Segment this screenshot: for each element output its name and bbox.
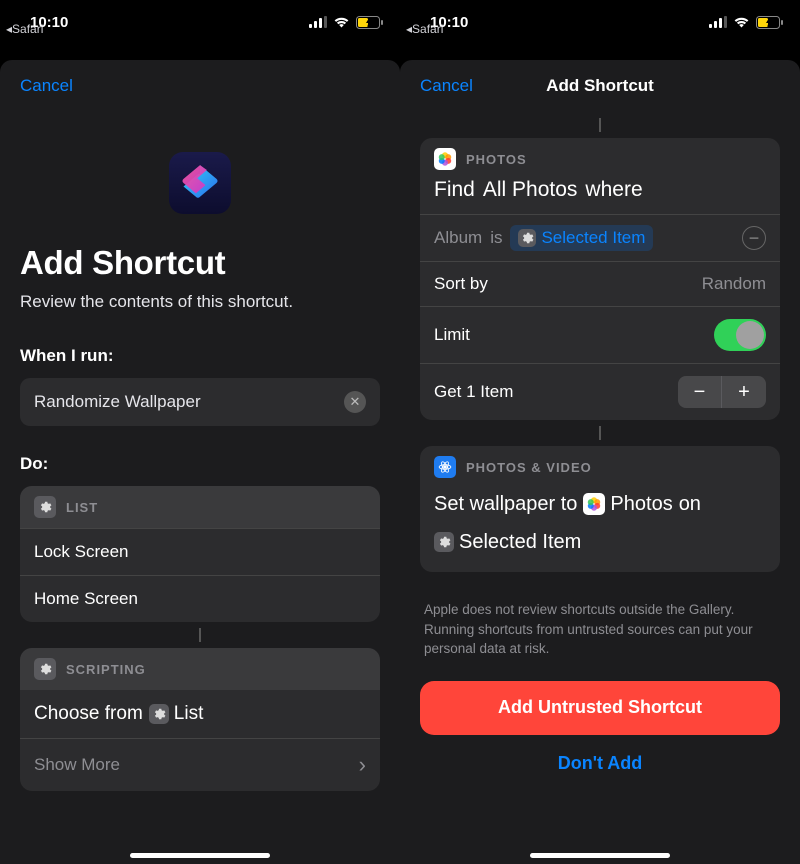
- dont-add-button[interactable]: Don't Add: [420, 753, 780, 774]
- photos-token[interactable]: Photos: [583, 488, 672, 520]
- wifi-icon: [733, 16, 750, 28]
- add-untrusted-button[interactable]: Add Untrusted Shortcut: [420, 681, 780, 735]
- filter-field-label: Album: [434, 228, 482, 248]
- photos-app-icon: [434, 148, 456, 170]
- show-more-row[interactable]: Show More ›: [20, 738, 380, 791]
- scripting-body[interactable]: Choose from List: [20, 690, 380, 738]
- chevron-right-icon: ›: [359, 752, 366, 778]
- untrusted-disclaimer: Apple does not review shortcuts outside …: [424, 600, 776, 659]
- filter-row[interactable]: Album is Selected Item −: [420, 214, 780, 261]
- gear-icon: [149, 704, 169, 724]
- remove-filter-icon[interactable]: −: [742, 226, 766, 250]
- page-title: Add Shortcut: [20, 244, 380, 282]
- limit-row: Limit: [420, 306, 780, 363]
- stepper-plus[interactable]: +: [722, 376, 766, 408]
- status-bar: 10:10: [400, 0, 800, 44]
- scripting-action-card: SCRIPTING Choose from List Show More ›: [20, 648, 380, 791]
- status-bar: 10:10: [0, 0, 400, 44]
- list-card-header: LIST: [20, 486, 380, 528]
- page-subtitle: Review the contents of this shortcut.: [20, 292, 380, 312]
- cancel-button[interactable]: Cancel: [420, 76, 473, 96]
- filter-op-label: is: [490, 228, 502, 248]
- list-header-text: LIST: [66, 500, 98, 515]
- home-indicator[interactable]: [130, 853, 270, 858]
- gear-icon: [34, 658, 56, 680]
- phone-right: 10:10 Safari Cancel Add Shortcut PHOTOS: [400, 0, 800, 864]
- battery-icon: [756, 16, 784, 29]
- photos-action-card: PHOTOS Find All Photos where Album is Se…: [420, 138, 780, 420]
- shortcut-name-field[interactable]: Randomize Wallpaper ✕: [20, 378, 380, 426]
- action-connector: [20, 628, 380, 642]
- selected-item-token[interactable]: Selected Item: [510, 225, 653, 251]
- limit-toggle[interactable]: [714, 319, 766, 351]
- set-wallpaper-line[interactable]: Set wallpaper to Photos on Selected Item: [420, 482, 780, 572]
- list-item[interactable]: Home Screen: [20, 575, 380, 622]
- cellular-icon: [709, 16, 727, 28]
- sort-value: Random: [702, 274, 766, 294]
- selected-item-token[interactable]: Selected Item: [434, 526, 581, 558]
- wifi-icon: [333, 16, 350, 28]
- get-items-row: Get 1 Item − +: [420, 363, 780, 420]
- gear-icon: [34, 496, 56, 518]
- back-to-safari[interactable]: Safari: [406, 22, 443, 36]
- find-photos-line[interactable]: Find All Photos where: [420, 174, 780, 214]
- sheet-right: Cancel Add Shortcut PHOTOS Find All Phot…: [400, 60, 800, 864]
- clear-icon[interactable]: ✕: [344, 391, 366, 413]
- pv-card-header: PHOTOS & VIDEO: [420, 446, 780, 482]
- photos-video-action-card: PHOTOS & VIDEO Set wallpaper to Photos o…: [420, 446, 780, 572]
- sheet-left: Cancel Add Shortcut Review the contents …: [0, 60, 400, 864]
- action-connector: [420, 118, 780, 132]
- scripting-card-header: SCRIPTING: [20, 648, 380, 690]
- back-to-safari[interactable]: Safari: [6, 22, 43, 36]
- photos-video-icon: [434, 456, 456, 478]
- stepper-minus[interactable]: −: [678, 376, 722, 408]
- sort-by-row[interactable]: Sort by Random: [420, 261, 780, 306]
- gear-icon: [518, 229, 536, 247]
- home-indicator[interactable]: [530, 853, 670, 858]
- status-icons: [709, 16, 784, 29]
- phone-left: 10:10 Safari Cancel Add Shortcut Review …: [0, 0, 400, 864]
- shortcuts-app-icon: [169, 152, 231, 214]
- gear-icon: [434, 532, 454, 552]
- photos-app-icon: [583, 493, 605, 515]
- list-action-card: LIST Lock Screen Home Screen: [20, 486, 380, 622]
- shortcut-name-value: Randomize Wallpaper: [34, 392, 344, 412]
- do-label: Do:: [20, 454, 380, 474]
- item-count-stepper[interactable]: − +: [678, 376, 766, 408]
- list-item[interactable]: Lock Screen: [20, 528, 380, 575]
- scripting-header-text: SCRIPTING: [66, 662, 146, 677]
- nav-bar: Cancel Add Shortcut: [420, 60, 780, 112]
- when-i-run-label: When I run:: [20, 346, 380, 366]
- list-token[interactable]: List: [149, 703, 204, 725]
- photos-card-header: PHOTOS: [420, 138, 780, 174]
- action-connector: [420, 426, 780, 440]
- nav-bar: Cancel: [20, 60, 380, 112]
- cancel-button[interactable]: Cancel: [20, 76, 73, 96]
- status-icons: [309, 16, 384, 29]
- cellular-icon: [309, 16, 327, 28]
- battery-icon: [356, 16, 384, 29]
